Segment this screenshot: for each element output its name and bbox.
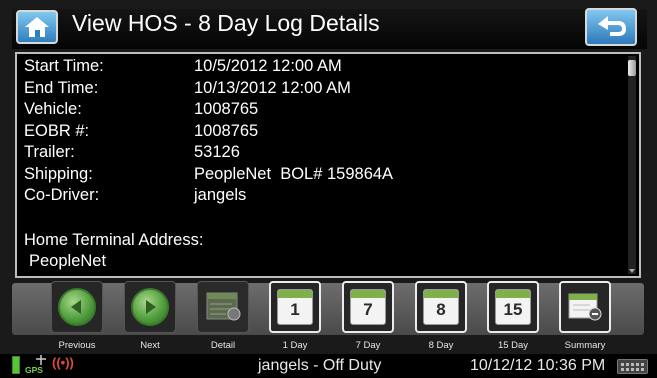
1-day-label: 1 Day	[282, 340, 308, 351]
15-day-label: 15 Day	[497, 340, 529, 351]
7-day-label: 7 Day	[355, 340, 381, 351]
calendar-number: 1	[290, 300, 300, 319]
detail-tile	[197, 281, 249, 333]
detail-label: End Time:	[24, 78, 99, 97]
detail-row-vehicle: Vehicle: 1008765	[24, 99, 393, 121]
detail-value: 53126	[194, 143, 240, 161]
gps-label: GPS	[25, 365, 43, 375]
home-terminal-label: Home Terminal Address:	[24, 231, 204, 249]
detail-label: Shipping:	[24, 164, 93, 183]
calendar-icon: 1	[277, 289, 313, 325]
driver-status: jangels - Off Duty	[258, 357, 382, 374]
back-button[interactable]	[585, 8, 637, 46]
battery-icon	[12, 356, 20, 374]
next-label: Next	[140, 340, 160, 351]
summary-button[interactable]	[557, 281, 613, 336]
previous-label: Previous	[58, 340, 96, 351]
status-datetime: 10/12/12 10:36 PM	[470, 357, 606, 374]
7-day-button[interactable]: 7	[340, 281, 396, 336]
detail-value: 1008765	[194, 100, 259, 118]
detail-row-trailer: Trailer: 53126	[24, 142, 393, 164]
1-day-button[interactable]: 1	[267, 281, 323, 336]
calendar-number: 7	[363, 300, 373, 319]
detail-value: 10/13/2012 12:00 AM	[194, 78, 351, 97]
detail-row-shipping: Shipping: PeopleNet BOL# 159864A	[24, 164, 393, 186]
calendar-icon: 15	[495, 289, 531, 325]
calendar-icon: 8	[423, 289, 459, 325]
detail-value: PeopleNet BOL# 159864A	[194, 164, 394, 183]
scrollbar-thumb[interactable]	[628, 60, 636, 76]
8-day-tile: 8	[415, 281, 467, 333]
vertical-scrollbar[interactable]	[628, 56, 636, 274]
calendar-number: 15	[503, 300, 523, 319]
page-title: View HOS - 8 Day Log Details	[72, 10, 380, 36]
summary-label: Summary	[564, 340, 606, 351]
right-arrow-icon	[131, 288, 169, 326]
summary-tile	[559, 281, 611, 333]
detail-row-start-time: Start Time: 10/5/2012 12:00 AM	[24, 56, 393, 78]
detail-value: jangels	[194, 186, 247, 204]
detail-button[interactable]	[195, 281, 251, 336]
keyboard-icon[interactable]	[617, 359, 648, 374]
detail-label: Trailer:	[24, 143, 75, 161]
detail-row-eobr: EOBR #: 1008765	[24, 121, 393, 143]
detail-label: Start Time:	[24, 57, 104, 75]
detail-row-co-driver: Co-Driver: jangels	[24, 185, 393, 207]
home-button[interactable]	[16, 10, 58, 44]
detail-label: Vehicle:	[24, 100, 82, 118]
7-day-tile: 7	[342, 281, 394, 333]
1-day-tile: 1	[269, 281, 321, 333]
previous-button[interactable]	[49, 281, 105, 336]
detail-label: Detail	[210, 340, 236, 351]
log-details-panel: Start Time: 10/5/2012 12:00 AM End Time:…	[15, 52, 641, 278]
8-day-label: 8 Day	[428, 340, 454, 351]
home-terminal-value: PeopleNet	[29, 252, 107, 270]
detail-label: EOBR #:	[24, 121, 90, 140]
signal-icon: ((•))	[52, 355, 74, 370]
home-icon	[25, 17, 49, 37]
previous-tile	[51, 281, 103, 333]
next-tile	[124, 281, 176, 333]
back-arrow-icon	[598, 16, 626, 36]
left-arrow-icon	[58, 288, 96, 326]
next-button[interactable]	[122, 281, 178, 336]
detail-value: 10/5/2012 12:00 AM	[194, 57, 342, 75]
detail-value: 1008765	[194, 121, 259, 140]
toolbar	[12, 283, 644, 335]
detail-icon	[206, 292, 241, 321]
15-day-tile: 15	[487, 281, 539, 333]
summary-icon	[568, 293, 602, 321]
satellite-icon	[36, 355, 46, 365]
scroll-down-icon[interactable]	[629, 269, 635, 273]
8-day-button[interactable]: 8	[413, 281, 469, 336]
calendar-number: 8	[436, 300, 446, 319]
15-day-button[interactable]: 15	[485, 281, 541, 336]
detail-row-end-time: End Time: 10/13/2012 12:00 AM	[24, 78, 393, 100]
details-list: Start Time: 10/5/2012 12:00 AM End Time:…	[24, 56, 393, 207]
detail-label: Co-Driver:	[24, 186, 100, 204]
calendar-icon: 7	[350, 289, 386, 325]
